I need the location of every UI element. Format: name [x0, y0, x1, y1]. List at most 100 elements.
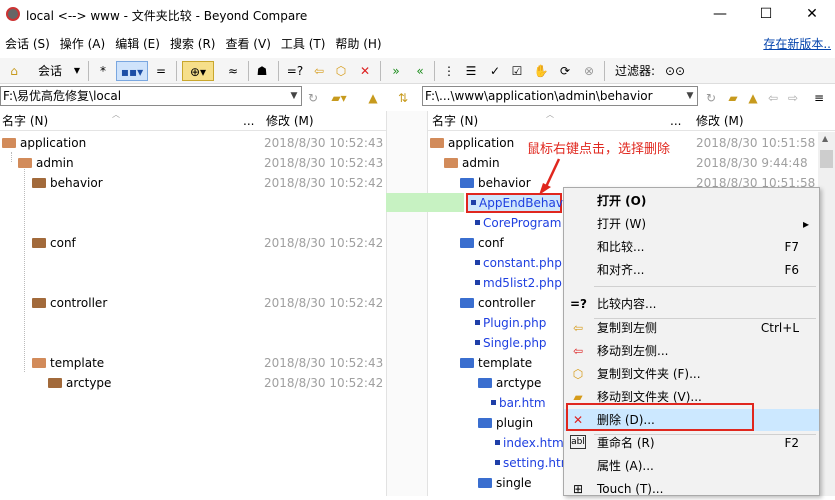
menu-item-touch[interactable]: ⊞ Touch (T)...	[564, 478, 819, 500]
browse-folder-icon[interactable]: ▰	[724, 88, 742, 108]
tree-row[interactable]: template	[460, 353, 532, 373]
left-path-input[interactable]: F:\易优高危修复\local ▼	[0, 86, 302, 106]
prev-diff-icon[interactable]: «	[410, 61, 430, 81]
check-icon[interactable]: ✓	[486, 61, 504, 81]
check-all-icon[interactable]: ☑	[508, 61, 526, 81]
tree-row[interactable]: behavior	[460, 173, 531, 193]
scroll-up-icon[interactable]: ▲	[822, 134, 828, 143]
up-folder-icon[interactable]: ▲	[364, 88, 382, 108]
menu-view[interactable]: 查看 (V)	[220, 33, 275, 55]
new-version-link[interactable]: 存在新版本..	[763, 33, 831, 55]
show-same-button[interactable]: =	[152, 61, 170, 81]
forward-icon[interactable]: ⇨	[784, 88, 802, 108]
right-col-dots[interactable]: ...	[670, 111, 681, 131]
delete-highlight-box	[566, 403, 754, 431]
tree-row[interactable]: single	[478, 473, 532, 493]
tree-row[interactable]: controller	[460, 293, 535, 313]
menu-action[interactable]: 操作 (A)	[55, 33, 110, 55]
menu-item-compare-contents[interactable]: =? 比较内容...	[564, 293, 819, 315]
refresh-icon[interactable]: ⟳	[556, 61, 574, 81]
tree-row[interactable]: plugin	[478, 413, 533, 433]
tree-row[interactable]: constant.php	[472, 253, 562, 273]
context-menu: 打开 (O) 打开 (W) ▸ 和比较... F7 和对齐... F6 =? 比…	[563, 187, 820, 496]
tree-row[interactable]: conf	[32, 233, 76, 253]
menu-item-copy-to-folder[interactable]: ⬡ 复制到文件夹 (F)...	[564, 363, 819, 385]
left-col-dots[interactable]: ...	[243, 111, 254, 131]
tree-row[interactable]: setting.htm	[492, 453, 572, 473]
folder-icon	[32, 238, 46, 248]
menu-item-properties[interactable]: 属性 (A)...	[564, 455, 819, 477]
folder-open-icon	[32, 358, 46, 368]
close-button[interactable]: ✕	[789, 0, 835, 30]
menu-item-open-with[interactable]: 打开 (W) ▸	[564, 213, 819, 235]
left-col-modified[interactable]: 修改 (M)	[266, 111, 314, 131]
session-button[interactable]: 会话	[30, 61, 70, 81]
chevron-down-icon[interactable]: ▼	[287, 87, 301, 105]
tree-row[interactable]: template	[32, 353, 104, 373]
sync-folder-icon[interactable]: ⇅	[394, 88, 412, 108]
scroll-thumb[interactable]	[820, 150, 833, 168]
tree-row[interactable]: Plugin.php	[472, 313, 546, 333]
menu-search[interactable]: 搜索 (R)	[165, 33, 221, 55]
tree-row[interactable]: index.htm	[492, 433, 564, 453]
home-icon[interactable]: ⌂	[4, 61, 24, 81]
show-all-button[interactable]: *	[94, 61, 112, 81]
chevron-down-icon[interactable]: ▼	[72, 61, 82, 81]
tree-row[interactable]: application	[2, 133, 86, 153]
tree-row[interactable]: CoreProgram	[472, 213, 561, 233]
stop-icon[interactable]: ⊗	[580, 61, 598, 81]
expand-icon[interactable]: ⊕▾	[182, 61, 214, 81]
person-icon[interactable]: ☗	[252, 61, 272, 81]
glasses-icon[interactable]: ⊙⊙	[664, 61, 686, 81]
more-icon[interactable]: ≡	[810, 88, 828, 108]
tree-row[interactable]: controller	[32, 293, 107, 313]
maximize-button[interactable]: ☐	[743, 0, 789, 30]
tree-row[interactable]: admin	[18, 153, 74, 173]
annotation-arrow	[539, 158, 561, 195]
tree-row[interactable]: behavior	[32, 173, 103, 193]
scrollbar[interactable]: ▲	[818, 132, 835, 496]
hand-icon[interactable]: ✋	[532, 61, 550, 81]
swap-icon[interactable]: ↻	[304, 88, 322, 108]
next-diff-icon[interactable]: »	[386, 61, 406, 81]
menu-session[interactable]: 会话 (S)	[0, 33, 55, 55]
menu-item-align-with[interactable]: 和对齐... F6	[564, 259, 819, 281]
right-col-modified[interactable]: 修改 (M)	[696, 111, 744, 131]
title-bar: local <--> www - 文件夹比较 - Beyond Compare …	[0, 0, 835, 30]
tree-row[interactable]: arctype	[48, 373, 111, 393]
approx-button[interactable]: ≈	[224, 61, 242, 81]
up-folder-icon[interactable]: ▲	[744, 88, 762, 108]
tree-row[interactable]: Single.php	[472, 333, 547, 353]
tree-row[interactable]: conf	[460, 233, 504, 253]
tree-row[interactable]: admin	[444, 153, 500, 173]
menu-item-move-left[interactable]: ⇦ 移动到左侧...	[564, 340, 819, 362]
menu-item-copy-left[interactable]: ⇦ 复制到左侧 Ctrl+L	[564, 317, 819, 339]
tree-row[interactable]: arctype	[478, 373, 541, 393]
menu-item-rename[interactable]: abl 重命名 (R) F2	[564, 432, 819, 454]
menu-tools[interactable]: 工具 (T)	[276, 33, 331, 55]
tree-row[interactable]: md5list2.php	[472, 273, 562, 293]
menu-edit[interactable]: 编辑 (E)	[110, 33, 165, 55]
menu-help[interactable]: 帮助 (H)	[330, 33, 386, 55]
right-path-input[interactable]: F:\...\www\application\admin\behavior ▼	[422, 86, 698, 106]
center-divider[interactable]	[386, 111, 428, 496]
right-col-name[interactable]: 名字 (N)	[432, 111, 478, 131]
tree-row[interactable]: bar.htm	[488, 393, 546, 413]
tree-row[interactable]: application	[430, 133, 514, 153]
menu-item-compare-with[interactable]: 和比较... F7	[564, 236, 819, 258]
minimize-button[interactable]: —	[697, 0, 743, 30]
copy-to-folder-icon[interactable]: ⬡	[332, 61, 350, 81]
browse-folder-icon[interactable]: ▰▾	[326, 88, 352, 108]
folder-icon	[478, 478, 492, 488]
back-icon[interactable]: ⇦	[764, 88, 782, 108]
compare-contents-button[interactable]: =?	[284, 61, 306, 81]
show-diffs-icon[interactable]: ▪▪▾	[116, 61, 148, 81]
list-icon[interactable]: ☰	[462, 61, 480, 81]
menu-item-open[interactable]: 打开 (O)	[564, 190, 819, 212]
chevron-down-icon[interactable]: ▼	[683, 87, 697, 105]
swap-icon[interactable]: ↻	[702, 88, 720, 108]
delete-icon[interactable]: ✕	[356, 61, 374, 81]
copy-left-icon[interactable]: ⇦	[310, 61, 328, 81]
left-col-name[interactable]: 名字 (N)	[2, 111, 48, 131]
tree-icon[interactable]: ⋮	[440, 61, 458, 81]
